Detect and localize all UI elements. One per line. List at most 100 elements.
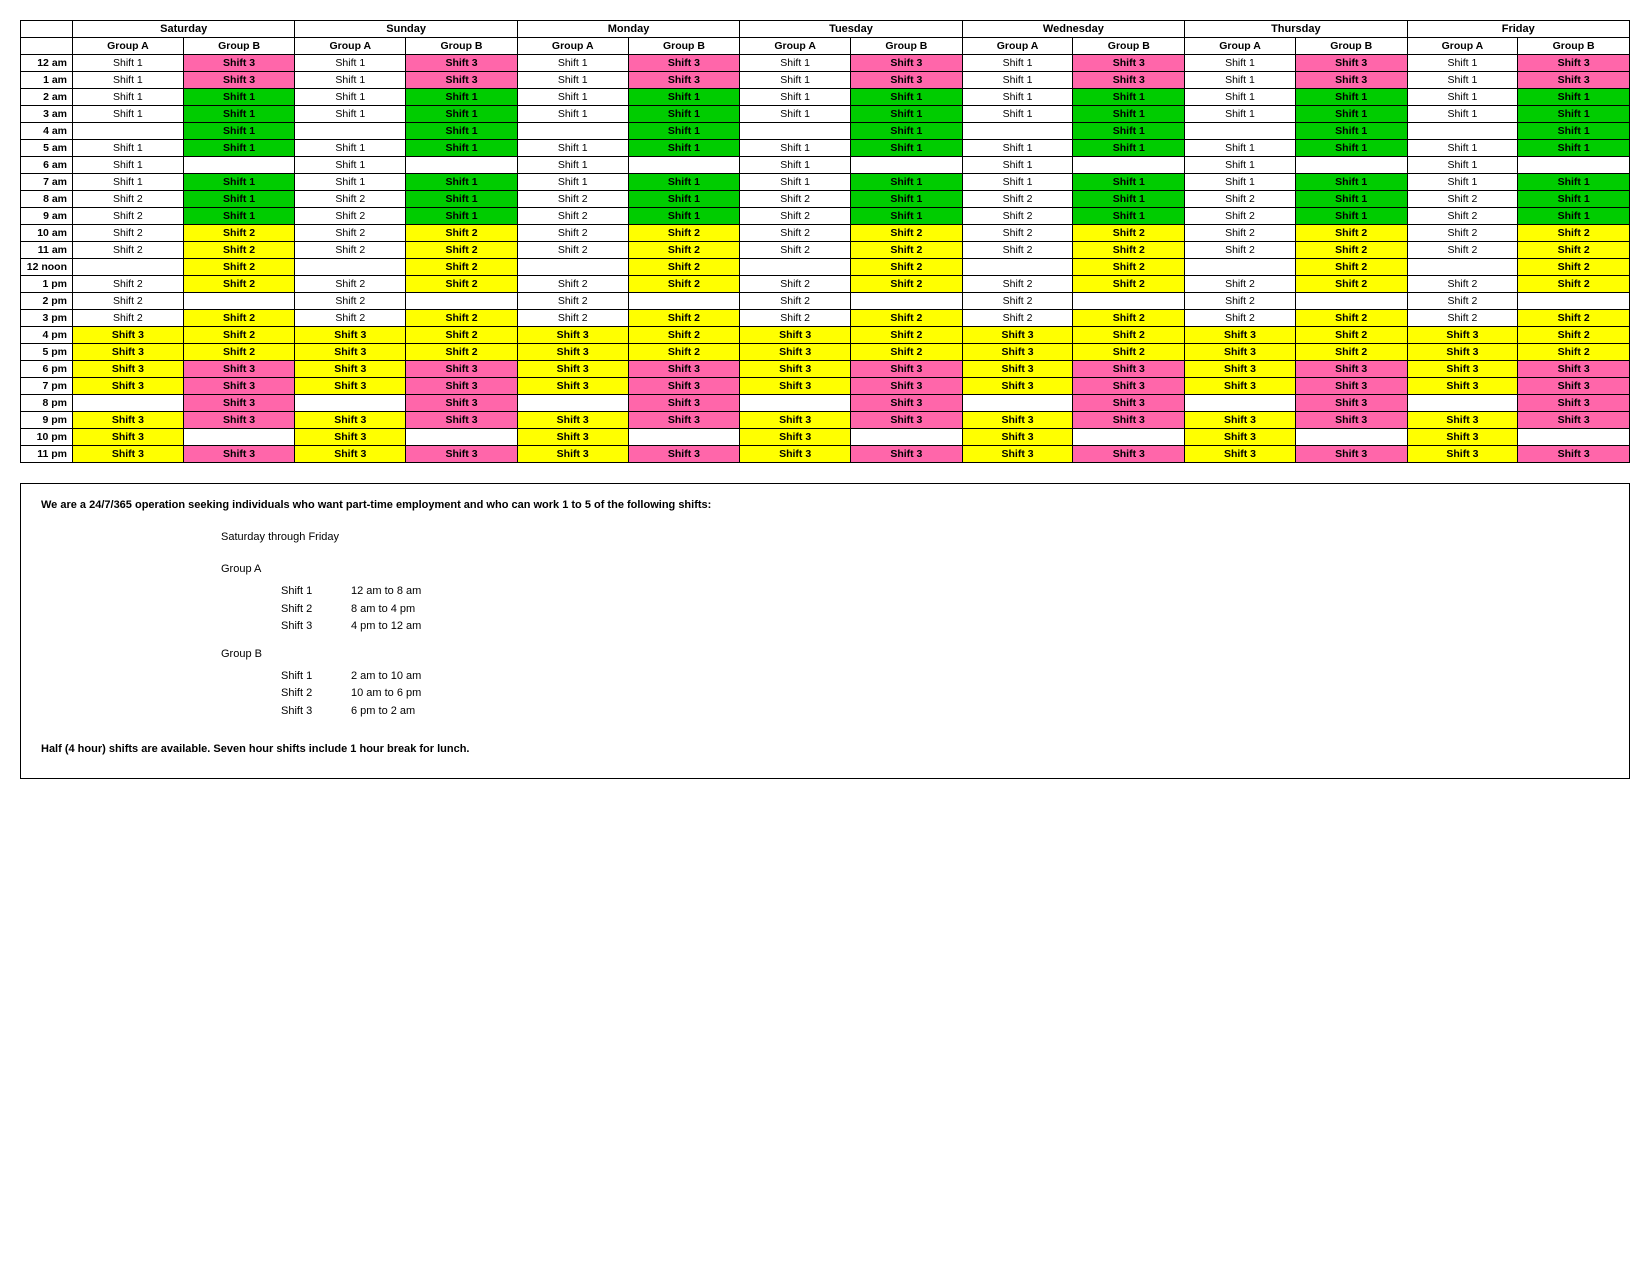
table-row: 11 pm Shift 3 Shift 3 Shift 3 Shift 3 Sh…	[21, 446, 1630, 463]
info-footer: Half (4 hour) shifts are available. Seve…	[41, 743, 1609, 755]
cell: Shift 1	[295, 174, 406, 191]
cell: Shift 1	[1185, 174, 1296, 191]
monday-header: Monday	[517, 21, 739, 38]
cell: Shift 3	[628, 72, 740, 89]
cell: Shift 2	[851, 259, 963, 276]
cell: Shift 1	[962, 55, 1073, 72]
time-cell: 4 pm	[21, 327, 73, 344]
cell: Shift 3	[851, 412, 963, 429]
cell	[851, 293, 963, 310]
cell: Shift 3	[295, 378, 406, 395]
table-row: 8 am Shift 2 Shift 1 Shift 2 Shift 1 Shi…	[21, 191, 1630, 208]
cell: Shift 1	[183, 89, 295, 106]
table-row: 9 pm Shift 3 Shift 3 Shift 3 Shift 3 Shi…	[21, 412, 1630, 429]
cell: Shift 1	[1073, 174, 1185, 191]
cell: Shift 1	[628, 106, 740, 123]
cell: Shift 3	[1518, 412, 1630, 429]
cell: Shift 2	[628, 310, 740, 327]
cell: Shift 3	[73, 327, 184, 344]
cell: Shift 2	[1185, 208, 1296, 225]
cell: Shift 1	[1185, 55, 1296, 72]
cell: Shift 1	[851, 140, 963, 157]
cell: Shift 3	[517, 412, 628, 429]
cell: Shift 1	[1295, 89, 1407, 106]
cell: Shift 1	[295, 106, 406, 123]
cell	[295, 395, 406, 412]
cell: Shift 3	[73, 344, 184, 361]
cell: Shift 2	[1518, 242, 1630, 259]
cell: Shift 2	[1407, 242, 1518, 259]
cell: Shift 1	[740, 55, 851, 72]
cell: Shift 1	[1295, 140, 1407, 157]
cell: Shift 1	[1185, 72, 1296, 89]
cell: Shift 1	[740, 89, 851, 106]
cell: Shift 1	[1518, 140, 1630, 157]
cell: Shift 1	[183, 174, 295, 191]
cell: Shift 1	[406, 140, 518, 157]
cell: Shift 3	[1407, 327, 1518, 344]
cell: Shift 2	[517, 276, 628, 293]
cell: Shift 2	[962, 242, 1073, 259]
table-row: 1 pm Shift 2 Shift 2 Shift 2 Shift 2 Shi…	[21, 276, 1630, 293]
cell: Shift 2	[628, 259, 740, 276]
time-cell: 7 am	[21, 174, 73, 191]
cell	[295, 123, 406, 140]
cell: Shift 1	[406, 174, 518, 191]
cell: Shift 2	[1185, 310, 1296, 327]
cell	[406, 293, 518, 310]
cell: Shift 2	[295, 310, 406, 327]
cell: Shift 2	[73, 242, 184, 259]
cell: Shift 2	[295, 293, 406, 310]
cell: Shift 2	[73, 293, 184, 310]
cell: Shift 1	[1407, 174, 1518, 191]
wed-ga: Group A	[962, 38, 1073, 55]
cell: Shift 1	[962, 174, 1073, 191]
table-row: 12 am Shift 1 Shift 3 Shift 1 Shift 3 Sh…	[21, 55, 1630, 72]
cell: Shift 2	[1407, 191, 1518, 208]
cell	[1518, 293, 1630, 310]
cell	[962, 123, 1073, 140]
cell: Shift 1	[740, 157, 851, 174]
info-box: We are a 24/7/365 operation seeking indi…	[20, 483, 1630, 779]
cell: Shift 2	[1518, 310, 1630, 327]
cell: Shift 3	[73, 446, 184, 463]
cell: Shift 3	[1073, 55, 1185, 72]
cell: Shift 2	[628, 225, 740, 242]
time-cell: 2 am	[21, 89, 73, 106]
list-item: Shift 3 4 pm to 12 am	[281, 618, 1609, 636]
cell: Shift 3	[1073, 378, 1185, 395]
cell: Shift 3	[740, 344, 851, 361]
cell: Shift 1	[295, 89, 406, 106]
cell	[740, 395, 851, 412]
cell: Shift 2	[1073, 310, 1185, 327]
cell: Shift 3	[1407, 378, 1518, 395]
table-row: 7 am Shift 1 Shift 1 Shift 1 Shift 1 Shi…	[21, 174, 1630, 191]
cell: Shift 2	[740, 276, 851, 293]
cell: Shift 2	[628, 344, 740, 361]
thu-ga: Group A	[1185, 38, 1296, 55]
cell	[295, 259, 406, 276]
cell: Shift 1	[1295, 106, 1407, 123]
sat-gb: Group B	[183, 38, 295, 55]
cell	[1518, 157, 1630, 174]
time-cell: 8 pm	[21, 395, 73, 412]
cell: Shift 3	[628, 395, 740, 412]
sun-ga: Group A	[295, 38, 406, 55]
cell: Shift 3	[1295, 446, 1407, 463]
table-row: 12 noon Shift 2 Shift 2 Shift 2 Shift 2 …	[21, 259, 1630, 276]
shift-time: 10 am to 6 pm	[351, 685, 421, 703]
cell: Shift 3	[1185, 327, 1296, 344]
cell: Shift 2	[1185, 191, 1296, 208]
cell	[628, 293, 740, 310]
cell: Shift 1	[1295, 208, 1407, 225]
cell: Shift 2	[1518, 225, 1630, 242]
cell: Shift 1	[1518, 191, 1630, 208]
cell: Shift 3	[1295, 72, 1407, 89]
fri-ga: Group A	[1407, 38, 1518, 55]
cell: Shift 1	[73, 89, 184, 106]
cell: Shift 2	[183, 242, 295, 259]
saturday-header: Saturday	[73, 21, 295, 38]
cell: Shift 3	[517, 344, 628, 361]
cell: Shift 3	[183, 55, 295, 72]
sat-fri-label: Saturday through Friday	[221, 531, 1609, 543]
